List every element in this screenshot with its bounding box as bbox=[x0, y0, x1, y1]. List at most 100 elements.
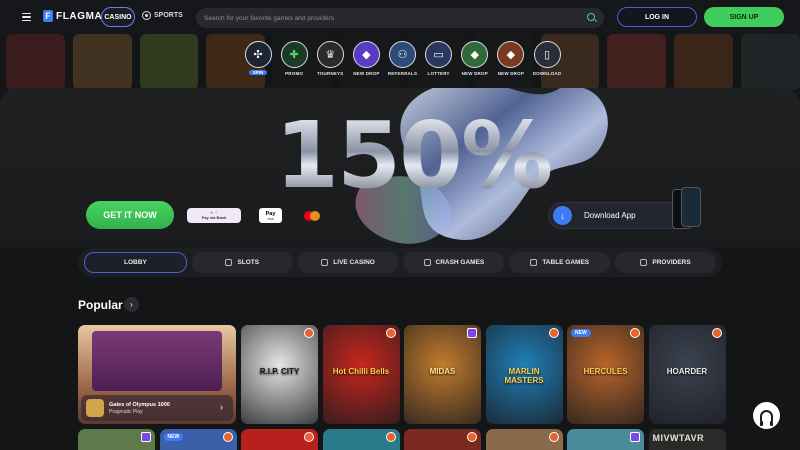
pay-via-bank-text: Pay via Bank bbox=[201, 215, 227, 220]
sports-tab[interactable]: SPORTS bbox=[142, 11, 183, 20]
flame-icon bbox=[548, 432, 559, 442]
ticket-icon: ▭ bbox=[425, 41, 453, 68]
flame-icon bbox=[304, 432, 314, 442]
tab-live-casino[interactable]: LIVE CASINO bbox=[297, 252, 399, 273]
game-card[interactable] bbox=[241, 429, 318, 450]
login-button[interactable]: LOG IN bbox=[617, 7, 697, 27]
game-card[interactable] bbox=[404, 429, 481, 450]
game-thumb-icon: ◆ bbox=[461, 41, 489, 68]
chevron-right-icon[interactable]: › bbox=[124, 297, 139, 312]
quicknav-label: LOTTERY bbox=[427, 71, 450, 76]
quicknav-item[interactable]: ✚ PROMO bbox=[276, 41, 312, 76]
flame-icon bbox=[385, 432, 396, 442]
quicknav-item[interactable]: ⚇ REFERRALS bbox=[385, 41, 421, 76]
game-title: R.I.P. CITY bbox=[259, 367, 300, 376]
featured-game-name: Gates of Olympus 1000 bbox=[109, 401, 170, 408]
quicknav-item[interactable]: ◆ NEW DROP bbox=[457, 41, 493, 76]
gift-box-icon bbox=[141, 432, 151, 442]
quicknav-item[interactable]: ▭ LOTTERY bbox=[421, 41, 457, 76]
flame-icon bbox=[711, 328, 722, 338]
game-card[interactable] bbox=[567, 429, 644, 450]
game-title: HERCULES bbox=[583, 367, 628, 376]
sports-label: SPORTS bbox=[154, 12, 183, 19]
popular-games-row-2: NEW MIVWTAVR bbox=[78, 429, 726, 450]
visa-text: visa bbox=[267, 216, 274, 221]
menu-icon[interactable] bbox=[17, 9, 35, 25]
search-input[interactable] bbox=[204, 14, 586, 22]
game-card[interactable]: MARLIN MASTERS bbox=[485, 325, 563, 424]
bg-tile bbox=[674, 34, 734, 90]
bonus-percentage: 150% bbox=[275, 102, 553, 209]
table-games-icon bbox=[530, 259, 538, 266]
slot-grid-graphic bbox=[92, 331, 222, 391]
flame-icon bbox=[222, 432, 233, 442]
quicknav-label: NEW DROP bbox=[461, 71, 488, 76]
category-tabs: LOBBY SLOTS LIVE CASINO CRASH GAMES TABLE GA… bbox=[78, 248, 722, 277]
game-thumb-icon: ◆ bbox=[497, 41, 525, 68]
tab-slots[interactable]: SLOTS bbox=[191, 252, 293, 273]
quick-nav: ✣ SPIN ✚ PROMO ♛ TOURNEYS ◆ NEW DROP ⚇ REFERRALS ▭… bbox=[240, 41, 565, 76]
top-header: F FLAGMAN CASINO SPORTS LOG IN SIGN UP bbox=[0, 0, 800, 34]
tab-label: CRASH GAMES bbox=[435, 259, 485, 266]
referral-icon: ⚇ bbox=[389, 41, 416, 68]
featured-game-info: Gates of Olympus 1000 Pragmatic Play › bbox=[81, 395, 233, 421]
chevron-right-icon[interactable]: › bbox=[220, 402, 223, 412]
search-bar bbox=[196, 8, 604, 28]
phone-icon bbox=[681, 187, 701, 227]
logo-mark: F bbox=[43, 10, 53, 22]
gift-box-icon bbox=[630, 432, 640, 442]
tab-table-games[interactable]: TABLE GAMES bbox=[509, 252, 611, 273]
game-card[interactable]: R.I.P. CITY bbox=[241, 325, 318, 424]
tab-label: SLOTS bbox=[237, 259, 260, 266]
quicknav-item[interactable]: ◆ NEW DROP bbox=[493, 41, 529, 76]
slots-icon bbox=[225, 259, 233, 266]
search-icon[interactable] bbox=[586, 12, 598, 24]
quicknav-item[interactable]: ◆ NEW DROP bbox=[348, 41, 384, 76]
game-thumbnail bbox=[86, 399, 104, 417]
bg-tile bbox=[6, 34, 65, 90]
tab-crash-games[interactable]: CRASH GAMES bbox=[403, 252, 505, 273]
bg-tile bbox=[139, 34, 199, 90]
tab-label: TABLE GAMES bbox=[542, 259, 590, 266]
download-icon: ↓ bbox=[553, 206, 572, 225]
tab-lobby[interactable]: LOBBY bbox=[84, 252, 187, 273]
headset-icon bbox=[760, 410, 773, 426]
featured-game-card[interactable]: Gates of Olympus 1000 Pragmatic Play › bbox=[78, 325, 236, 424]
tab-providers[interactable]: PROVIDERS bbox=[615, 252, 716, 273]
bg-tile bbox=[741, 34, 800, 90]
quicknav-label: DOWNLOAD bbox=[532, 71, 562, 76]
gift-box-icon bbox=[467, 328, 477, 338]
quicknav-item[interactable]: ✣ SPIN bbox=[240, 41, 276, 76]
quicknav-label: PROMO bbox=[285, 71, 304, 76]
game-title: MARLIN MASTERS bbox=[504, 367, 544, 385]
flame-icon bbox=[630, 328, 640, 338]
signup-button[interactable]: SIGN UP bbox=[704, 7, 784, 27]
quicknav-label: REFERRALS bbox=[387, 71, 418, 76]
game-card[interactable]: HOARDER bbox=[648, 325, 726, 424]
crash-icon bbox=[423, 259, 431, 266]
tab-label: LOBBY bbox=[124, 259, 147, 266]
game-card[interactable] bbox=[78, 429, 155, 450]
game-card[interactable] bbox=[485, 429, 563, 450]
game-card[interactable] bbox=[322, 429, 400, 450]
quicknav-item[interactable]: ▯ DOWNLOAD bbox=[529, 41, 565, 76]
game-card[interactable]: MIDAS bbox=[404, 325, 481, 424]
live-casino-icon bbox=[321, 259, 329, 266]
game-card[interactable]: HERCULES NEW bbox=[567, 325, 644, 424]
popular-games-row: Gates of Olympus 1000 Pragmatic Play › R… bbox=[78, 325, 726, 425]
flame-icon bbox=[548, 328, 559, 338]
trophy-icon: ♛ bbox=[316, 41, 344, 68]
game-thumb-icon: ◆ bbox=[352, 41, 380, 68]
get-it-now-button[interactable]: GET IT NOW bbox=[86, 201, 174, 229]
wheel-icon: ✣ bbox=[244, 41, 272, 68]
gift-icon: ✚ bbox=[280, 41, 308, 68]
download-app-label: Download App bbox=[584, 211, 636, 220]
game-card[interactable]: NEW bbox=[159, 429, 237, 450]
quicknav-label: TOURNEYS bbox=[316, 71, 344, 76]
support-chat-button[interactable] bbox=[753, 402, 780, 429]
casino-tab[interactable]: CASINO bbox=[101, 7, 135, 27]
quicknav-item[interactable]: ♛ TOURNEYS bbox=[312, 41, 348, 76]
flame-icon bbox=[304, 328, 314, 338]
game-card[interactable]: MIVWTAVR bbox=[648, 429, 726, 450]
game-card[interactable]: Hot Chilli Bells bbox=[322, 325, 400, 424]
